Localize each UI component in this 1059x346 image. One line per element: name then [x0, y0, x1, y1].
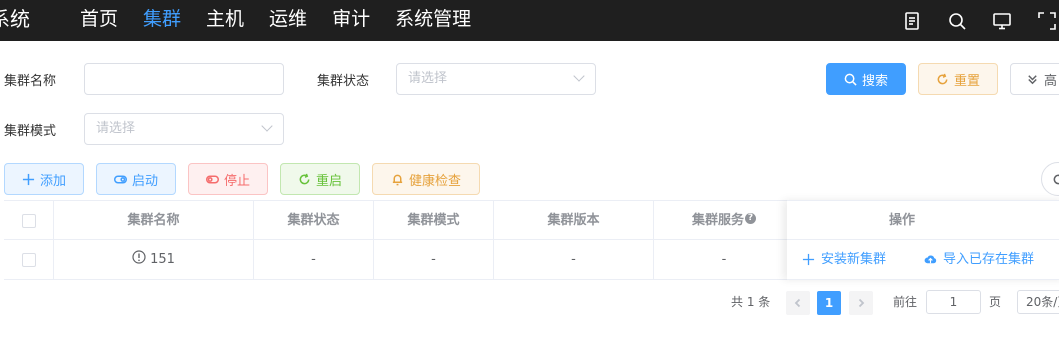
- chevron-down-icon: [573, 70, 585, 82]
- main-nav: 首页 集群 主机 运维 审计 系统管理: [80, 0, 496, 41]
- reset-button[interactable]: 重置: [918, 63, 998, 95]
- stop-button-label: 停止: [223, 173, 250, 189]
- nav-item-ops[interactable]: 运维: [269, 0, 307, 41]
- col-header-operations: 操作: [787, 200, 1059, 240]
- row-checkbox[interactable]: [21, 252, 36, 267]
- search-button[interactable]: 搜索: [826, 63, 906, 95]
- cell-cluster-services: -: [721, 252, 727, 267]
- toggle-on-icon: [113, 175, 127, 183]
- bell-icon: [392, 174, 403, 185]
- pagination-total: 共 1 条: [731, 295, 771, 309]
- advanced-search-label: 高: [1044, 73, 1058, 89]
- add-button-label: 添加: [39, 173, 66, 189]
- cluster-mode-placeholder: 请选择: [96, 121, 136, 136]
- install-new-cluster-link[interactable]: 安装新集群: [802, 240, 886, 279]
- goto-page-input[interactable]: 1: [926, 290, 981, 314]
- col-header-status: 集群状态: [254, 201, 374, 240]
- help-icon[interactable]: ?: [745, 213, 756, 224]
- fullscreen-icon[interactable]: [1035, 9, 1059, 33]
- header-select-cell: [4, 201, 54, 240]
- import-existing-cluster-link[interactable]: 导入已存在集群: [924, 240, 1034, 279]
- prev-page-button[interactable]: [786, 291, 810, 315]
- cluster-name-label: 集群名称: [4, 74, 57, 89]
- cluster-mode-select[interactable]: 请选择: [84, 113, 284, 145]
- restart-button-label: 重启: [315, 173, 342, 189]
- cell-cluster-version: -: [494, 240, 654, 279]
- cluster-status-placeholder: 请选择: [408, 71, 448, 86]
- cell-cluster-name: 151: [54, 240, 254, 279]
- refresh-icon: [299, 173, 310, 184]
- table-refresh-button[interactable]: [1041, 162, 1059, 196]
- cluster-name-value[interactable]: 151: [150, 252, 175, 267]
- app-title: 系统: [0, 7, 30, 31]
- chevron-down-icon: [261, 120, 273, 132]
- stop-button[interactable]: 停止: [188, 163, 268, 195]
- cell-cluster-mode: -: [374, 240, 494, 279]
- search-button-label: 搜索: [861, 73, 888, 89]
- nav-item-cluster[interactable]: 集群: [143, 0, 181, 41]
- page-number-current[interactable]: 1: [817, 291, 841, 315]
- search-icon[interactable]: [945, 9, 969, 33]
- document-icon[interactable]: [900, 9, 924, 33]
- import-existing-cluster-label: 导入已存在集群: [943, 252, 1035, 267]
- chevron-left-icon: [794, 298, 801, 308]
- chevron-right-icon: [858, 298, 865, 308]
- cell-cluster-status: -: [254, 240, 374, 279]
- col-header-services: 集群服务?: [654, 201, 794, 240]
- cloud-upload-icon: [924, 255, 937, 264]
- info-circle-icon: [132, 250, 146, 264]
- refresh-icon: [937, 73, 948, 84]
- select-all-checkbox[interactable]: [21, 213, 36, 228]
- cluster-status-select[interactable]: 请选择: [396, 63, 596, 95]
- plus-icon: [802, 253, 815, 266]
- refresh-icon: [1053, 174, 1059, 184]
- start-button[interactable]: 启动: [96, 163, 176, 195]
- nav-item-host[interactable]: 主机: [206, 0, 244, 41]
- cluster-status-label: 集群状态: [317, 74, 370, 89]
- col-header-mode: 集群模式: [374, 201, 494, 240]
- row-select-cell: [4, 240, 54, 279]
- col-header-version: 集群版本: [494, 201, 654, 240]
- double-chevron-down-icon: [1028, 74, 1037, 84]
- page-size-select[interactable]: 20条/页: [1017, 290, 1059, 314]
- goto-prefix: 前往: [893, 295, 918, 309]
- health-check-label: 健康检查: [408, 173, 461, 189]
- reset-button-label: 重置: [953, 73, 980, 89]
- install-new-cluster-label: 安装新集群: [821, 252, 887, 267]
- col-header-services-label: 集群服务: [691, 213, 744, 228]
- restart-button[interactable]: 重启: [280, 163, 360, 195]
- col-header-name: 集群名称: [54, 201, 254, 240]
- add-button[interactable]: 添加: [4, 163, 84, 195]
- health-check-button[interactable]: 健康检查: [372, 163, 480, 195]
- cluster-name-input[interactable]: [84, 63, 284, 95]
- operations-cell: 安装新集群 导入已存在集群: [787, 240, 1059, 280]
- operations-column: 操作 安装新集群 导入已存在集群: [787, 200, 1059, 280]
- nav-item-audit[interactable]: 审计: [332, 0, 370, 41]
- cluster-mode-label: 集群模式: [4, 124, 57, 139]
- top-icon-group: [900, 0, 1059, 41]
- nav-item-home[interactable]: 首页: [80, 0, 118, 41]
- next-page-button[interactable]: [849, 291, 873, 315]
- plus-icon: [22, 173, 35, 185]
- toggle-off-icon: [205, 175, 219, 183]
- goto-suffix: 页: [989, 295, 1002, 309]
- advanced-search-button[interactable]: 高: [1010, 63, 1059, 95]
- monitor-icon[interactable]: [990, 9, 1014, 33]
- start-button-label: 启动: [131, 173, 158, 189]
- nav-item-system[interactable]: 系统管理: [395, 0, 471, 41]
- search-icon: [844, 73, 857, 86]
- top-nav-bar: 系统 首页 集群 主机 运维 审计 系统管理: [0, 0, 1059, 41]
